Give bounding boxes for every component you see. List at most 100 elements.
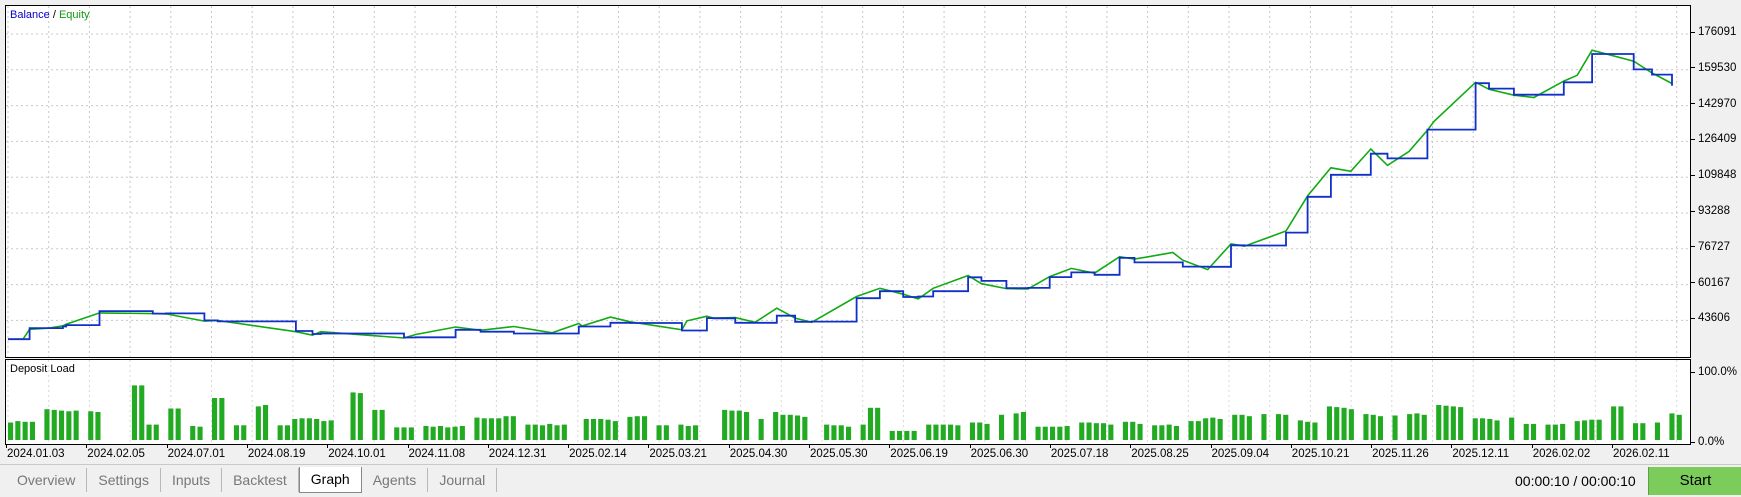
load-bar <box>284 425 290 440</box>
load-bar <box>1334 407 1340 440</box>
load-bar <box>547 423 553 440</box>
load-bar <box>605 419 611 440</box>
y-tick-label: 159530 <box>1691 62 1736 74</box>
y-tick-label: 60167 <box>1691 277 1730 289</box>
chart-legend: Balance / Equity <box>10 9 90 21</box>
x-tick-text: 2025.06.30 <box>970 448 1029 460</box>
y-tick-mark <box>1691 67 1695 69</box>
load-bar <box>1450 406 1456 440</box>
load-bar <box>153 424 159 440</box>
balance-equity-chart: Balance / Equity <box>5 5 1691 358</box>
load-bar <box>1057 426 1063 440</box>
load-bar <box>1348 409 1354 440</box>
load-bar <box>758 419 764 440</box>
load-bar <box>525 424 531 440</box>
y-tick-label: 142970 <box>1691 98 1736 110</box>
load-bar <box>744 412 750 440</box>
load-bar <box>488 418 494 440</box>
tab-inputs[interactable]: Inputs <box>161 468 223 492</box>
y-tick-text: 176091 <box>1698 26 1737 38</box>
load-bar <box>1589 419 1595 440</box>
load-bar <box>948 424 954 440</box>
y-tick-mark <box>1691 103 1695 105</box>
load-bar <box>1545 424 1551 440</box>
x-tick-text: 2025.03.21 <box>649 448 707 460</box>
load-bar <box>736 410 742 440</box>
x-tick-text: 2025.05.30 <box>810 448 868 460</box>
load-bar <box>846 426 852 440</box>
y-axis: 176091 159530 142970 126409 109848 93288 76727… <box>1691 5 1741 448</box>
load-bar <box>1050 426 1056 440</box>
load-bar <box>1633 423 1639 440</box>
load-bar <box>292 419 298 440</box>
tab-agents[interactable]: Agents <box>362 468 429 492</box>
load-bar <box>306 418 312 440</box>
load-bar <box>722 409 728 440</box>
y-tick-mark <box>1691 210 1695 212</box>
load-bar <box>1494 420 1500 440</box>
load-y-tick-label: 100.0% <box>1691 366 1737 378</box>
load-bar <box>889 430 895 440</box>
x-tick-text: 2024.07.01 <box>167 448 226 460</box>
legend-equity: Equity <box>58 9 90 21</box>
legend-balance: Balance <box>10 9 50 21</box>
load-bar <box>867 407 873 440</box>
load-y-tick-mark <box>1691 441 1695 443</box>
load-bar <box>1523 423 1529 440</box>
tab-overview[interactable]: Overview <box>6 468 88 492</box>
load-bar <box>955 425 961 440</box>
load-bar <box>1137 423 1143 440</box>
load-bar <box>1582 420 1588 440</box>
tab-journal[interactable]: Journal <box>428 468 498 492</box>
load-bar <box>1421 414 1427 440</box>
load-bar <box>1152 425 1158 440</box>
load-bar <box>1035 426 1041 440</box>
load-bar <box>430 426 436 440</box>
load-bar <box>1618 406 1624 440</box>
tab-backtest[interactable]: Backtest <box>222 468 299 492</box>
x-tick-text: 2025.04.30 <box>729 448 788 460</box>
load-bar <box>1392 415 1398 440</box>
load-bar <box>350 392 356 440</box>
tab-graph[interactable]: Graph <box>298 467 362 493</box>
load-bar <box>255 406 261 440</box>
load-bar <box>1472 418 1478 440</box>
start-button[interactable]: Start <box>1648 467 1741 495</box>
load-bar <box>561 424 567 440</box>
x-tick-text: 2025.11.26 <box>1372 448 1429 460</box>
load-bar <box>583 419 589 440</box>
load-bar <box>1188 421 1194 440</box>
y-tick-text: 43606 <box>1698 312 1730 325</box>
load-bar <box>838 425 844 440</box>
balance-series-line <box>8 53 1673 341</box>
load-bar <box>401 427 407 440</box>
load-bar <box>233 425 239 440</box>
y-tick-text: 109848 <box>1698 169 1737 182</box>
load-bar <box>357 393 363 440</box>
x-tick-text: 2024.11.08 <box>408 448 466 460</box>
load-bar <box>1443 405 1449 440</box>
load-bar <box>598 419 604 440</box>
load-bar <box>481 418 487 440</box>
tester-tabs: Overview Settings Inputs Backtest Graph Agent… <box>6 467 498 493</box>
load-bar <box>933 424 939 440</box>
load-bar <box>59 410 65 440</box>
load-y-tick-text: 100.0% <box>1698 366 1738 378</box>
load-bar <box>1407 414 1413 440</box>
x-tick-text: 2025.02.14 <box>569 448 627 460</box>
y-tick-label: 76727 <box>1691 241 1730 253</box>
load-bar <box>1312 422 1318 440</box>
load-bar <box>445 427 451 440</box>
y-tick-label: 126409 <box>1691 133 1736 145</box>
load-bar <box>241 425 247 440</box>
load-bar <box>1246 416 1252 440</box>
tab-settings[interactable]: Settings <box>87 468 161 492</box>
load-bar <box>1217 419 1223 440</box>
load-bar <box>1640 423 1646 440</box>
load-bar <box>1020 412 1026 440</box>
load-bar <box>15 421 21 440</box>
y-tick-text: 159530 <box>1698 61 1737 74</box>
load-bar <box>197 426 203 440</box>
load-bar <box>1042 426 1048 440</box>
load-bar <box>1560 423 1566 440</box>
